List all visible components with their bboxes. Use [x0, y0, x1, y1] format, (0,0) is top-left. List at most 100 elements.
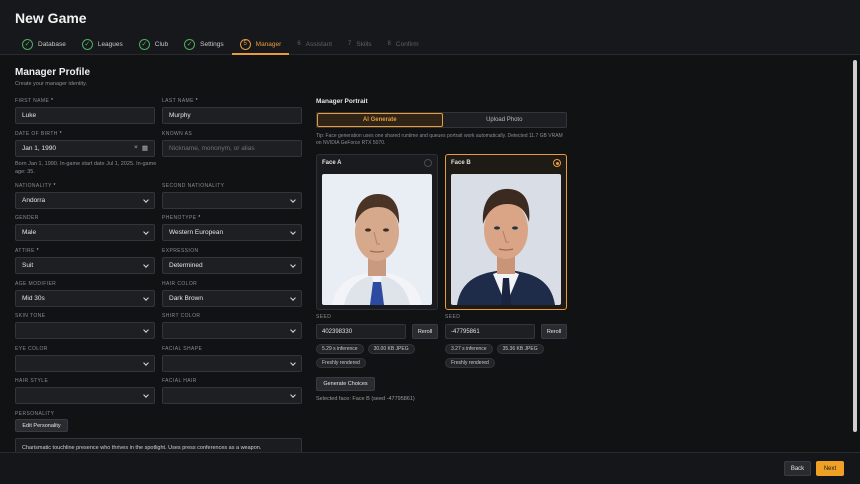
reroll-button[interactable]: Reroll: [541, 324, 567, 339]
check-icon: ✓: [184, 38, 196, 50]
known-as-field[interactable]: Nickname, mononym, or alias: [162, 140, 302, 157]
age-modifier-label: AGE MODIFIER: [15, 281, 57, 287]
face-radio[interactable]: [553, 159, 561, 167]
step-number: 7: [348, 41, 352, 47]
personality-label: PERSONALITY: [15, 411, 55, 417]
phenotype-select[interactable]: Western European: [162, 224, 302, 241]
next-button[interactable]: Next: [816, 461, 844, 476]
gender-label: GENDER: [15, 215, 39, 221]
dob-value: Jan 1, 1990: [22, 145, 56, 152]
face-radio[interactable]: [424, 159, 432, 167]
chevron-down-icon: [291, 361, 296, 366]
facial-shape-label: FACIAL SHAPE: [162, 346, 203, 352]
portrait-tip: Tip: Face generation uses one shared run…: [316, 133, 563, 146]
reroll-button[interactable]: Reroll: [412, 324, 438, 339]
selected-face-text: Selected face: Face B (seed -47795861): [316, 396, 415, 402]
nationality-select[interactable]: Andorra: [15, 192, 155, 209]
scrollbar[interactable]: [853, 60, 857, 432]
back-button[interactable]: Back: [784, 461, 811, 476]
age-modifier-select[interactable]: Mid 30s: [15, 290, 155, 307]
chevron-down-icon: [291, 263, 296, 268]
gender-value: Male: [22, 229, 37, 236]
step-number-badge: 5: [239, 38, 251, 50]
step-database[interactable]: ✓ Database: [14, 34, 74, 54]
face-b-seed-block: SEED -47795861 Reroll 3.27 s inference 3…: [445, 314, 567, 368]
eye-color-label: EYE COLOR: [15, 346, 48, 352]
nationality-value: Andorra: [22, 197, 46, 204]
step-leagues[interactable]: ✓ Leagues: [74, 34, 131, 54]
last-name-label: LAST NAME *: [162, 98, 199, 104]
face-b-card[interactable]: Face B: [445, 154, 567, 310]
seed-input[interactable]: 402398330: [316, 324, 406, 339]
file-size-badge: 30.00 KB JPEG: [367, 344, 415, 354]
face-a-card[interactable]: Face A: [316, 154, 438, 310]
step-label: Assistant: [305, 40, 333, 48]
calendar-icon[interactable]: ▦: [142, 144, 148, 152]
personality-text: Charismatic touchline presence who thriv…: [15, 438, 302, 452]
facial-hair-label: FACIAL HAIR: [162, 378, 197, 384]
expression-value: Determined: [169, 262, 203, 269]
attire-value: Suit: [22, 262, 34, 269]
hair-color-select[interactable]: Dark Brown: [162, 290, 302, 307]
step-confirm: 8 Confirm: [380, 34, 427, 54]
chevron-down-icon: [144, 198, 149, 203]
portrait-title: Manager Portrait: [316, 98, 368, 105]
eye-color-select[interactable]: [15, 355, 155, 372]
generate-choices-button[interactable]: Generate Choices: [316, 377, 375, 391]
shirt-color-label: SHIRT COLOR: [162, 313, 201, 319]
skin-tone-label: SKIN TONE: [15, 313, 46, 319]
second-nationality-select[interactable]: [162, 192, 302, 209]
expression-label: EXPRESSION: [162, 248, 199, 254]
phenotype-label: PHENOTYPE *: [162, 215, 201, 221]
phenotype-value: Western European: [169, 229, 224, 236]
chevron-down-icon: [291, 328, 296, 333]
section-title: Manager Profile: [15, 67, 91, 78]
step-label: Skills: [356, 40, 372, 48]
tab-upload-photo[interactable]: Upload Photo: [443, 113, 567, 127]
dob-label: DATE OF BIRTH *: [15, 131, 62, 137]
section-subtitle: Create your manager identity.: [15, 81, 88, 87]
chevron-down-icon: [291, 393, 296, 398]
step-number: 6: [297, 41, 301, 47]
second-nationality-label: SECOND NATIONALITY: [162, 183, 225, 189]
seed-label: SEED: [316, 314, 332, 320]
file-size-badge: 35.36 KB JPEG: [496, 344, 544, 354]
seed-input[interactable]: -47795861: [445, 324, 535, 339]
age-modifier-value: Mid 30s: [22, 295, 45, 302]
chevron-down-icon: [144, 230, 149, 235]
step-manager[interactable]: 5 Manager: [231, 34, 290, 55]
render-status-badge: Freshly rendered: [445, 358, 495, 368]
hair-color-value: Dark Brown: [169, 295, 203, 302]
skin-tone-select[interactable]: [15, 322, 155, 339]
nationality-label: NATIONALITY *: [15, 183, 56, 189]
step-label: Settings: [200, 40, 224, 48]
face-title: Face A: [322, 160, 342, 166]
shirt-color-select[interactable]: [162, 322, 302, 339]
gender-select[interactable]: Male: [15, 224, 155, 241]
attire-label: ATTIRE *: [15, 248, 39, 254]
inference-time-badge: 3.27 s inference: [445, 344, 493, 354]
clear-icon[interactable]: ×: [134, 144, 138, 152]
last-name-field[interactable]: Murphy: [162, 107, 302, 124]
step-assistant: 6 Assistant: [289, 34, 340, 54]
step-label: Leagues: [97, 40, 123, 48]
facial-hair-select[interactable]: [162, 387, 302, 404]
chevron-down-icon: [144, 263, 149, 268]
inference-time-badge: 5.29 s inference: [316, 344, 364, 354]
tab-ai-generate[interactable]: AI Generate: [317, 113, 443, 127]
first-name-field[interactable]: Luke: [15, 107, 155, 124]
portrait-mode-toggle: AI Generate Upload Photo: [316, 112, 567, 128]
hair-style-select[interactable]: [15, 387, 155, 404]
check-icon: ✓: [81, 38, 93, 50]
facial-shape-select[interactable]: [162, 355, 302, 372]
expression-select[interactable]: Determined: [162, 257, 302, 274]
hair-color-label: HAIR COLOR: [162, 281, 198, 287]
attire-select[interactable]: Suit: [15, 257, 155, 274]
step-settings[interactable]: ✓ Settings: [176, 34, 232, 54]
check-icon: ✓: [138, 38, 150, 50]
date-of-birth-field[interactable]: Jan 1, 1990 × ▦: [15, 140, 155, 157]
step-number: 8: [387, 41, 391, 47]
edit-personality-button[interactable]: Edit Personality: [15, 419, 68, 432]
step-club[interactable]: ✓ Club: [131, 34, 176, 54]
face-b-portrait: [451, 174, 561, 305]
